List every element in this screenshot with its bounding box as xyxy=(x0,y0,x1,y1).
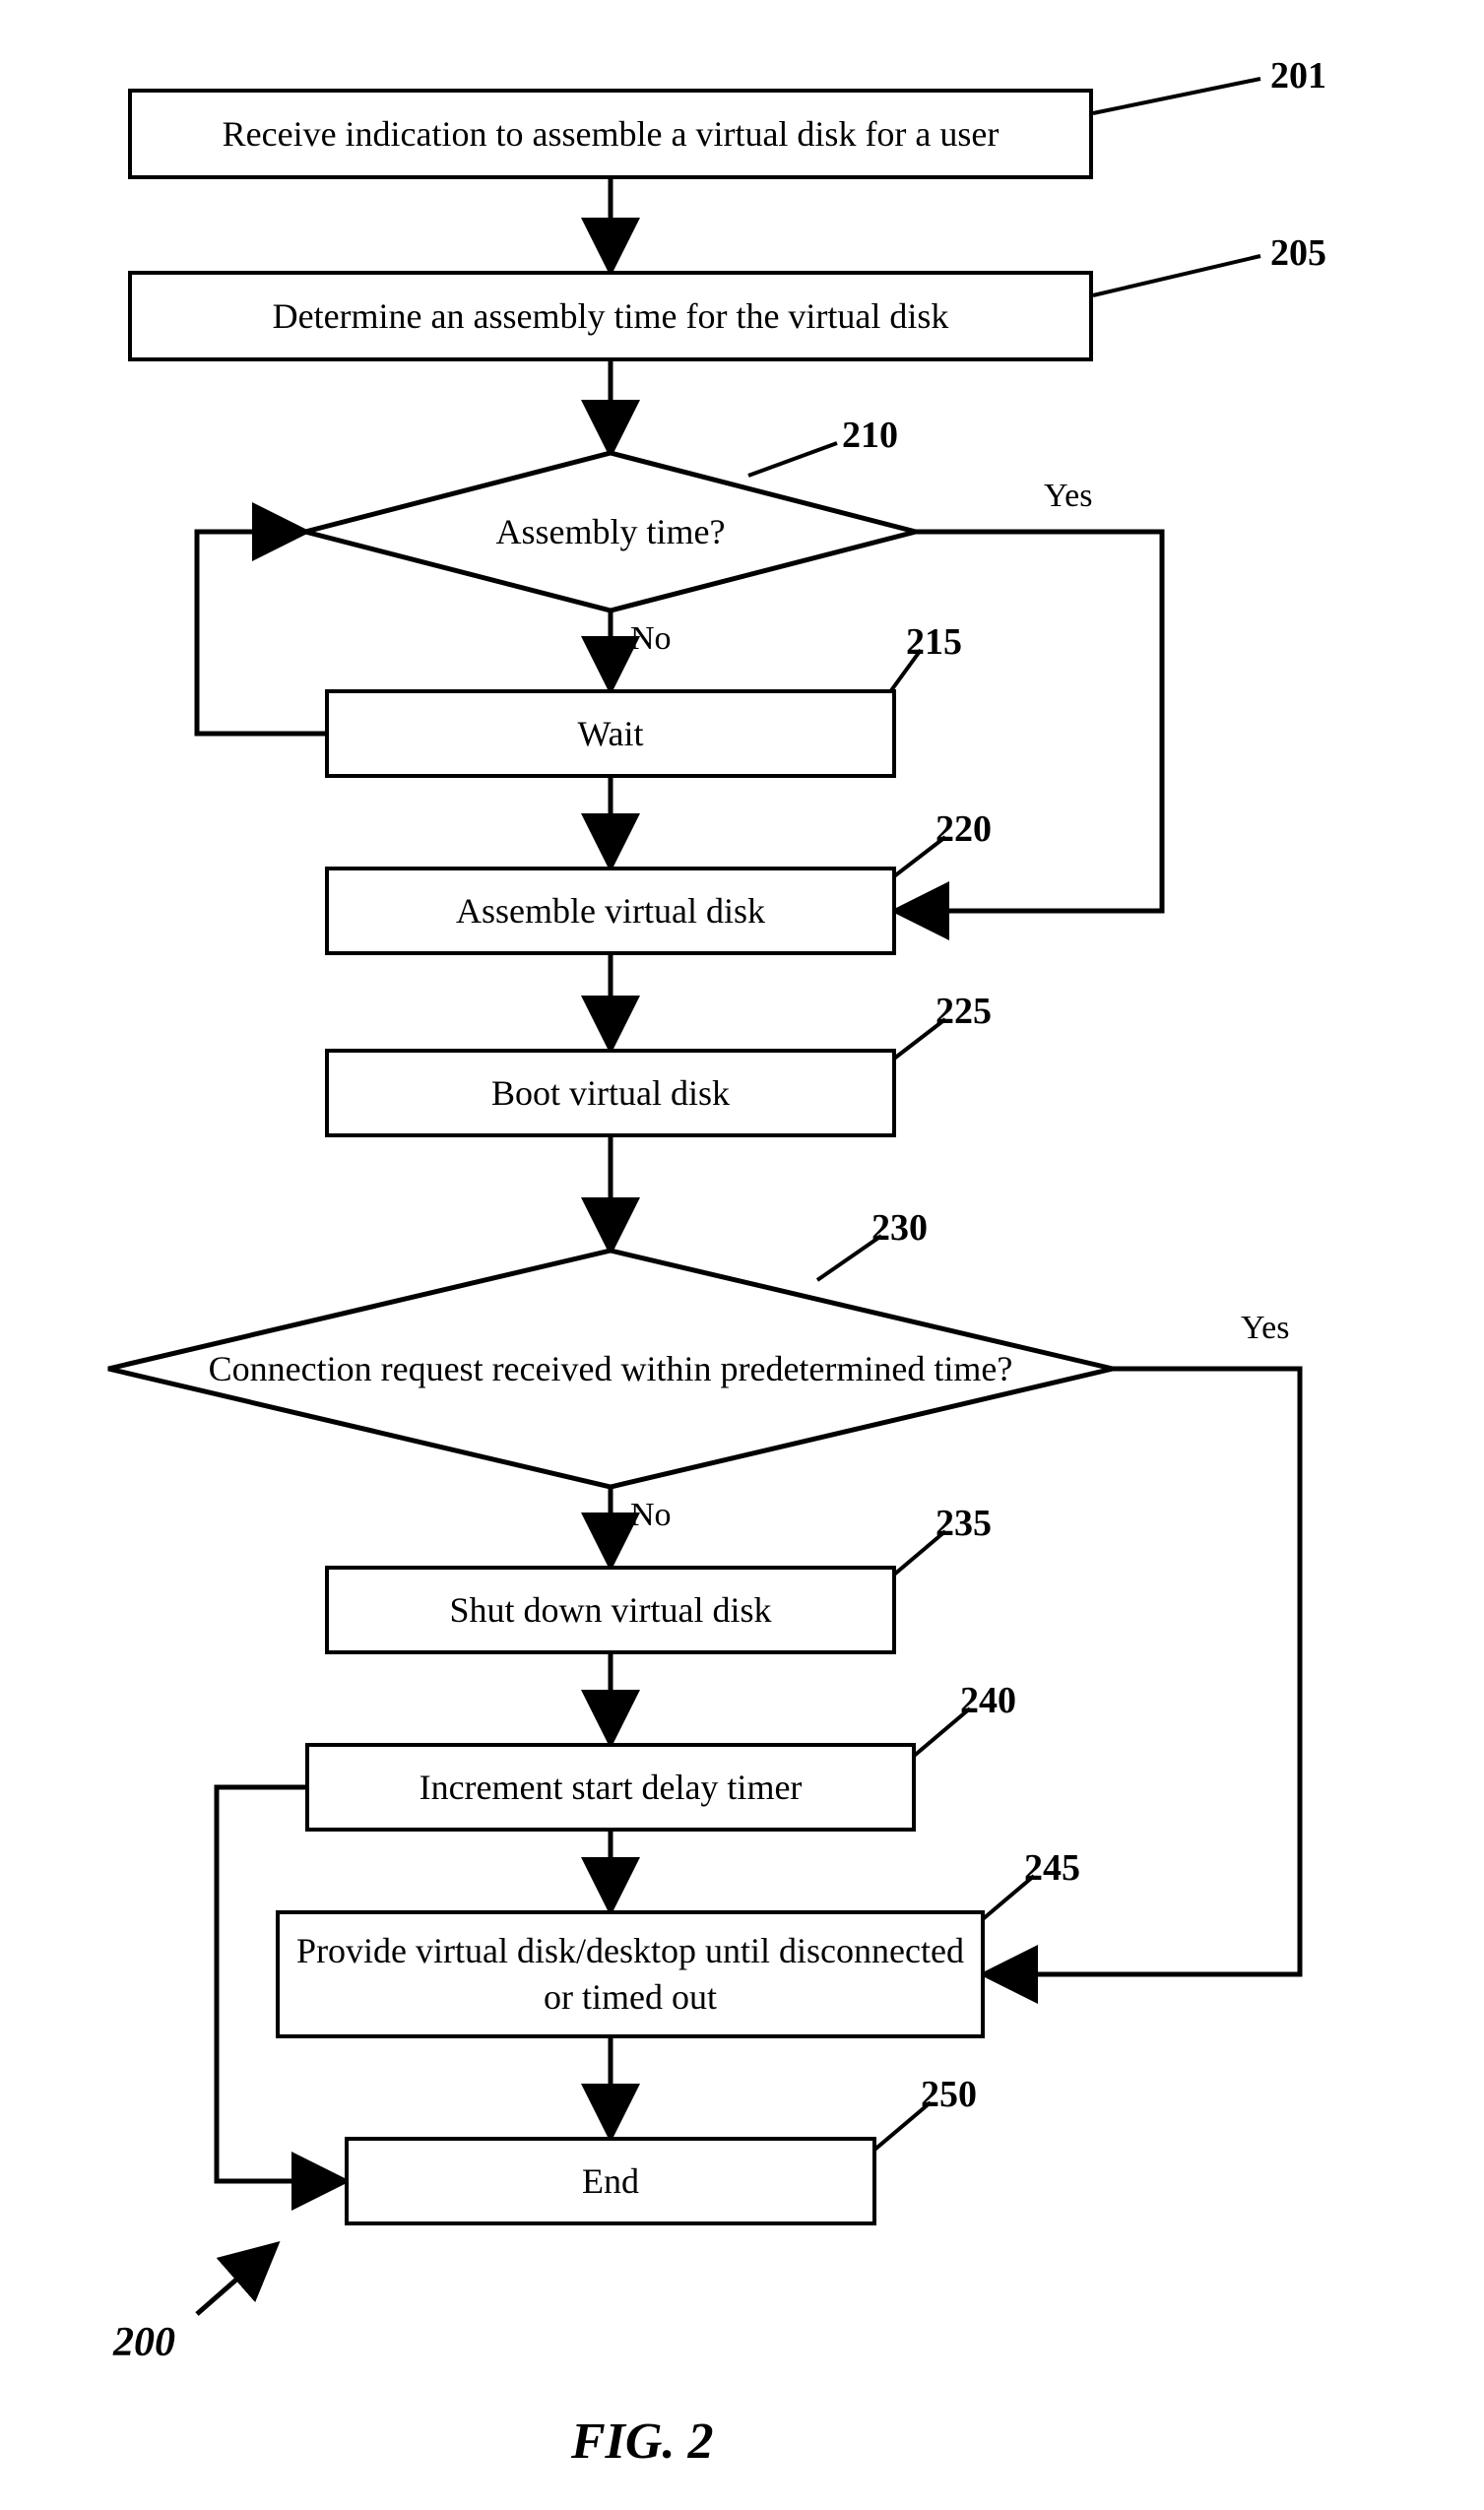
figure-caption: FIG. 2 xyxy=(571,2413,713,2471)
step-text: Wait xyxy=(577,711,643,757)
ref-215: 215 xyxy=(906,620,962,664)
step-text: Provide virtual disk/desktop until disco… xyxy=(295,1928,965,2021)
branch-yes-210: Yes xyxy=(1044,478,1092,515)
ref-240: 240 xyxy=(960,1679,1016,1722)
ref-235: 235 xyxy=(936,1502,992,1545)
ref-205: 205 xyxy=(1270,231,1326,275)
step-determine-assembly-time: Determine an assembly time for the virtu… xyxy=(128,271,1093,361)
branch-yes-230: Yes xyxy=(1241,1310,1289,1347)
step-provide-virtual-disk: Provide virtual disk/desktop until disco… xyxy=(276,1910,985,2038)
step-text: Receive indication to assemble a virtual… xyxy=(223,111,1000,158)
branch-no-230: No xyxy=(630,1497,672,1534)
ref-245: 245 xyxy=(1024,1846,1080,1890)
step-text: End xyxy=(582,2158,639,2205)
step-assemble-virtual-disk: Assemble virtual disk xyxy=(325,867,896,955)
decision-text: Assembly time? xyxy=(496,511,726,552)
ref-201: 201 xyxy=(1270,54,1326,97)
ref-230: 230 xyxy=(871,1206,928,1250)
step-text: Boot virtual disk xyxy=(491,1070,730,1117)
step-text: Increment start delay timer xyxy=(419,1765,803,1811)
step-end: End xyxy=(345,2137,876,2225)
branch-no-210: No xyxy=(630,620,672,658)
step-shut-down-virtual-disk: Shut down virtual disk xyxy=(325,1566,896,1654)
decision-assembly-time: Assembly time? xyxy=(305,453,916,611)
decision-text: Connection request received within prede… xyxy=(209,1346,1013,1392)
flowchart-figure-2: Receive indication to assemble a virtual… xyxy=(0,0,1484,2510)
step-text: Shut down virtual disk xyxy=(449,1587,771,1634)
flowchart-connectors xyxy=(0,0,1484,2510)
ref-220: 220 xyxy=(936,807,992,851)
step-wait: Wait xyxy=(325,689,896,778)
ref-210: 210 xyxy=(842,414,898,457)
step-text: Assemble virtual disk xyxy=(456,888,765,934)
step-boot-virtual-disk: Boot virtual disk xyxy=(325,1049,896,1137)
ref-250: 250 xyxy=(921,2073,977,2116)
ref-200: 200 xyxy=(113,2319,175,2366)
ref-225: 225 xyxy=(936,990,992,1033)
decision-connection-request: Connection request received within prede… xyxy=(177,1305,1044,1433)
step-increment-start-delay-timer: Increment start delay timer xyxy=(305,1743,916,1832)
step-text: Determine an assembly time for the virtu… xyxy=(273,293,949,340)
step-receive-indication: Receive indication to assemble a virtual… xyxy=(128,89,1093,179)
